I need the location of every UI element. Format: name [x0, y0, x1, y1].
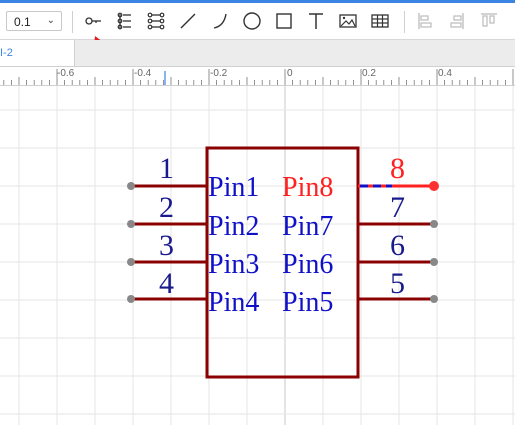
line-icon — [180, 13, 196, 29]
pin-group-tool-button[interactable] — [112, 8, 138, 34]
pin-endpoint — [127, 258, 135, 266]
toolbar: 0.1 ⌄ — [0, 3, 515, 40]
toolbar-divider — [404, 11, 405, 33]
table-icon — [371, 14, 389, 28]
text-icon — [309, 13, 323, 29]
line-tool-button[interactable] — [175, 8, 201, 34]
pin-icon — [85, 17, 101, 25]
left-pin-1[interactable]: 1 Pin1 — [127, 152, 259, 203]
schematic-symbol: 1 Pin1 2 Pin2 3 Pin3 4 Pin4 8 Pin8 7 Pin… — [0, 86, 515, 425]
pin-name: Pin4 — [208, 287, 259, 318]
pin-number: 4 — [159, 267, 174, 300]
pin-number: 5 — [390, 267, 405, 300]
ruler-label: -0.4 — [134, 68, 152, 79]
horizontal-ruler: -0.6 -0.4 -0.2 0 0.2 0.4 — [0, 67, 515, 86]
pin-name: Pin2 — [208, 211, 259, 242]
image-icon — [339, 14, 357, 28]
grid-size-value: 0.1 — [14, 15, 31, 29]
grid-size-select[interactable]: 0.1 ⌄ — [6, 11, 62, 31]
pin-endpoint — [127, 295, 135, 303]
pin-group-icon — [117, 12, 131, 30]
pin-name: Pin6 — [282, 249, 333, 280]
ruler-label: -0.6 — [57, 68, 75, 79]
pin-endpoint — [430, 295, 438, 303]
pin-name: Pin7 — [282, 211, 333, 242]
arc-tool-button[interactable] — [207, 8, 233, 34]
pin-endpoint — [127, 220, 135, 228]
align-right-tool-button[interactable] — [444, 8, 470, 34]
ruler-label: 0.4 — [438, 68, 452, 79]
pin-number: 7 — [390, 191, 405, 224]
image-tool-button[interactable] — [335, 8, 361, 34]
align-top-tool-button[interactable] — [476, 8, 502, 34]
pin-array-icon — [147, 12, 165, 30]
pin-name: Pin5 — [282, 287, 333, 318]
circle-icon — [243, 12, 261, 30]
tab-label: I-2 — [0, 47, 13, 59]
tab-document[interactable]: I-2 — [0, 40, 75, 66]
pin-number: 6 — [390, 229, 405, 262]
pin-tool-button[interactable] — [80, 8, 106, 34]
table-tool-button[interactable] — [367, 8, 393, 34]
pin-number: 2 — [159, 191, 174, 224]
ruler-label: 0.2 — [362, 68, 376, 79]
pin-name: Pin8 — [282, 172, 333, 203]
tab-bar: I-2 — [0, 40, 515, 67]
pin-name: Pin3 — [208, 249, 259, 280]
pin-endpoint — [429, 181, 439, 191]
pin-endpoint — [430, 258, 438, 266]
pin-name: Pin1 — [208, 172, 259, 203]
circle-tool-button[interactable] — [239, 8, 265, 34]
pin-number: 1 — [159, 152, 174, 185]
chevron-down-icon: ⌄ — [46, 15, 55, 26]
rectangle-icon — [276, 13, 292, 29]
rectangle-tool-button[interactable] — [271, 8, 297, 34]
pin-number: 8 — [390, 152, 405, 185]
ruler-label: -0.2 — [210, 68, 228, 79]
pin-array-tool-button[interactable] — [143, 8, 169, 34]
pin-endpoint — [430, 220, 438, 228]
align-top-icon — [481, 13, 497, 27]
toolbar-divider — [72, 11, 73, 33]
arc-icon — [213, 13, 227, 29]
ruler-label: 0 — [287, 68, 293, 79]
drawing-canvas[interactable]: 1 Pin1 2 Pin2 3 Pin3 4 Pin4 8 Pin8 7 Pin… — [0, 86, 515, 425]
text-tool-button[interactable] — [303, 8, 329, 34]
align-right-icon — [450, 13, 464, 29]
align-left-tool-button[interactable] — [412, 8, 438, 34]
pin-endpoint — [127, 182, 135, 190]
align-left-icon — [418, 13, 432, 29]
pin-number: 3 — [159, 229, 174, 262]
